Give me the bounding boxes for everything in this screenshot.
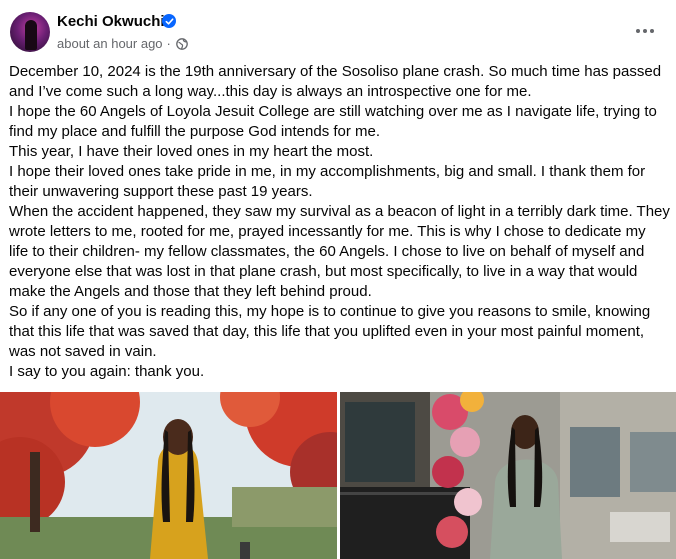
post-text-line: everyone else that was lost in that plan… — [9, 263, 638, 280]
post-timestamp[interactable]: about an hour ago — [57, 36, 163, 51]
post-text-line: I say to you again: thank you. — [9, 363, 205, 380]
post-text-line: When the accident happened, they saw my … — [9, 203, 670, 220]
avatar[interactable] — [10, 12, 50, 52]
post-meta: about an hour ago · — [57, 36, 188, 51]
photo-grid — [0, 392, 676, 559]
globe-icon[interactable] — [176, 37, 188, 50]
photo-flower-arch[interactable] — [340, 392, 676, 559]
post-text-line: I hope the 60 Angels of Loyola Jesuit Co… — [9, 103, 657, 120]
post-text-line: I hope their loved ones take pride in me… — [9, 163, 646, 180]
post-text-line: find my place and fulfill the purpose Go… — [9, 123, 381, 140]
more-options-dot — [643, 29, 647, 33]
post-text-line: make the Angels and those that they left… — [9, 283, 372, 300]
post-text-line: and I’ve come such a long way...this day… — [9, 83, 532, 100]
post-text-line: This year, I have their loved ones in my… — [9, 143, 374, 160]
post-header: Kechi Okwuchi about an hour ago · — [0, 0, 676, 60]
post-text-line: So if any one of you is reading this, my… — [9, 303, 651, 320]
photo-autumn-tree[interactable] — [0, 392, 337, 559]
post-text-line: wrote letters to me, rooted for me, pray… — [9, 223, 646, 240]
more-options-button[interactable] — [630, 16, 660, 46]
post-text-line: December 10, 2024 is the 19th anniversar… — [9, 63, 662, 80]
post-text-line: was not saved in vain. — [9, 343, 157, 360]
post-text-line: that this life that was saved that day, … — [9, 323, 645, 340]
more-options-dot — [650, 29, 654, 33]
more-options-icon — [636, 29, 640, 33]
post-text-line: life to their children- my fellow classm… — [9, 243, 645, 260]
meta-separator: · — [166, 36, 171, 51]
post-body: December 10, 2024 is the 19th anniversar… — [9, 62, 671, 382]
verified-badge-icon — [162, 14, 176, 28]
post-text-line: their unwavering support these past 19 y… — [9, 183, 313, 200]
author-name[interactable]: Kechi Okwuchi — [57, 13, 165, 30]
